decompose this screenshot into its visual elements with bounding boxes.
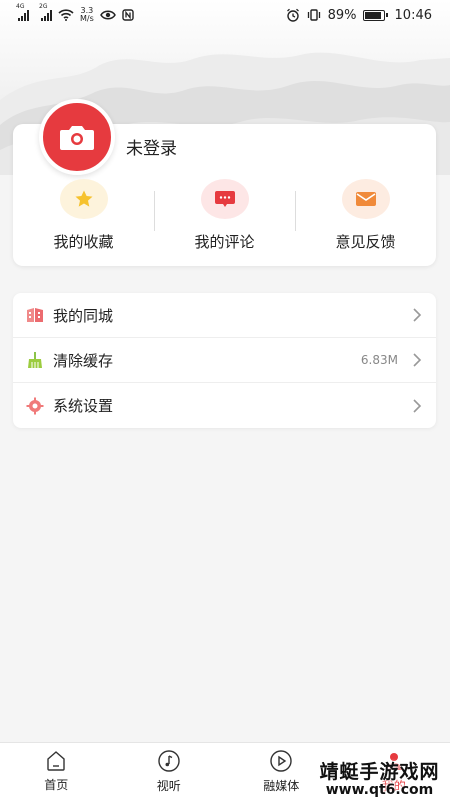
comments-label: 我的评论 — [194, 233, 255, 251]
camera-icon — [60, 126, 94, 150]
eye-icon — [99, 10, 116, 20]
favorites-button[interactable]: 我的收藏 — [13, 179, 154, 259]
cache-size: 6.83M — [360, 353, 398, 367]
battery-percent: 89% — [327, 7, 357, 23]
gear-icon — [25, 396, 45, 416]
battery-icon — [362, 9, 388, 21]
feedback-button[interactable]: 意见反馈 — [295, 179, 436, 259]
menu-item-local-city[interactable]: 我的同城 — [13, 293, 436, 338]
tab-audio-video[interactable]: 视听 — [113, 743, 226, 800]
settings-menu: 我的同城 清除缓存 6.83M 系统设置 — [13, 293, 436, 428]
clock: 10:46 — [394, 7, 432, 23]
comments-icon-bg — [200, 179, 249, 219]
feedback-label: 意见反馈 — [335, 233, 396, 251]
music-icon — [158, 750, 180, 772]
tab-label: 视听 — [156, 779, 181, 793]
favorites-icon-bg — [59, 179, 108, 219]
chevron-right-icon — [413, 398, 422, 413]
comments-button[interactable]: 我的评论 — [154, 179, 295, 259]
status-right: 89% 10:46 — [286, 8, 432, 23]
chevron-right-icon — [413, 353, 422, 367]
mail-icon — [355, 192, 376, 206]
watermark: 靖蜓手游戏网 www.qt6.com — [319, 760, 440, 798]
tab-label: 融媒体 — [263, 779, 300, 793]
home-icon — [47, 751, 65, 771]
status-bar: 4G 2G 3.3 M/s 89% 10:46 — [0, 0, 450, 30]
bottom-nav: 首页 视听 融媒体 我的 靖蜓手游戏网 www.qt6.com — [0, 742, 450, 800]
tab-home[interactable]: 首页 — [0, 743, 113, 800]
chevron-right-icon — [413, 308, 422, 322]
building-icon — [25, 305, 45, 325]
play-icon — [270, 750, 292, 772]
alarm-icon — [286, 8, 299, 22]
wifi-icon — [58, 9, 74, 21]
signal-icon-2: 2G — [39, 3, 52, 21]
tab-label: 首页 — [44, 778, 69, 792]
quick-actions: 我的收藏 我的评论 意见反馈 — [13, 179, 436, 259]
broom-icon — [25, 350, 45, 370]
feedback-icon-bg — [341, 179, 390, 219]
network-speed: 3.3 M/s — [80, 6, 94, 23]
menu-item-system-settings[interactable]: 系统设置 — [13, 383, 436, 428]
vibrate-icon — [307, 9, 320, 21]
star-icon — [75, 190, 92, 207]
comment-icon — [214, 191, 235, 207]
menu-item-label: 我的同城 — [53, 306, 114, 325]
signal-icon: 4G — [16, 3, 29, 21]
menu-item-label: 清除缓存 — [53, 351, 114, 370]
menu-item-clear-cache[interactable]: 清除缓存 6.83M — [13, 338, 436, 383]
favorites-label: 我的收藏 — [53, 233, 114, 251]
profile-card: 未登录 我的收藏 我的评论 意见反馈 — [13, 99, 436, 266]
nfc-icon — [122, 9, 134, 21]
avatar[interactable] — [39, 99, 115, 175]
menu-item-label: 系统设置 — [53, 397, 114, 415]
login-status[interactable]: 未登录 — [126, 134, 177, 159]
status-left: 4G 2G 3.3 M/s — [16, 3, 134, 23]
